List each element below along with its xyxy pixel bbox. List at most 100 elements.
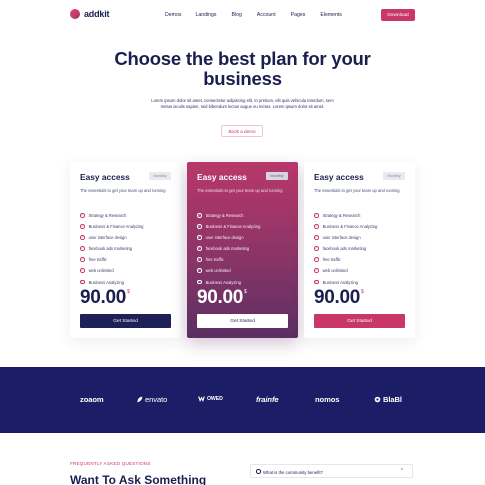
plan-name: Easy access: [314, 172, 364, 182]
top-navigation: addkit Demos Landings Blog Account Pages…: [0, 0, 485, 32]
check-icon: ✓: [80, 234, 85, 240]
plan-name: Easy access: [80, 172, 130, 182]
get-started-button[interactable]: Get Started: [80, 314, 171, 328]
feature-label: user interface design: [88, 235, 127, 241]
feature-label: Business & Finance Analyzing: [322, 224, 378, 230]
menu-item-blog[interactable]: Blog: [232, 12, 242, 18]
feature-list: ✓ Strategy & Research ✓ Business & Finance…: [314, 213, 409, 291]
check-icon: ✓: [197, 223, 202, 229]
feature-item: ✓ web unlimited: [314, 268, 409, 279]
currency-symbol: $: [127, 289, 130, 295]
owed-mark-icon: [198, 396, 205, 402]
brand-logo-blabl: BlaBl: [374, 395, 402, 404]
feature-label: free traffic: [322, 257, 341, 263]
brand-name: BlaBl: [383, 395, 402, 404]
feature-item: ✓ user interface design: [80, 235, 175, 246]
menu-item-elements[interactable]: Elements: [320, 12, 342, 18]
currency-symbol: $: [361, 289, 364, 295]
faq-heading: Want To Ask Something: [70, 473, 207, 485]
faq-kicker: FREQUENTLY ASKED QUESTIONS: [70, 461, 151, 466]
partner-logos-band: zoaom envato OWED frainfe nomos BlaBl: [0, 367, 485, 433]
menu-item-pages[interactable]: Pages: [291, 12, 306, 18]
price-value: 90.00: [80, 287, 127, 308]
leaf-icon: [137, 396, 143, 403]
menu-item-landings[interactable]: Landings: [195, 12, 216, 18]
plan-subtitle: The essentials to get your team up and r…: [314, 188, 400, 193]
check-icon: ✓: [197, 268, 202, 274]
check-icon: ✓: [80, 212, 85, 218]
check-icon: ✓: [80, 257, 85, 262]
brand-logo-envato: envato: [136, 395, 167, 404]
plan-subtitle: The essentials to get your team up and r…: [197, 188, 283, 193]
check-icon: ✓: [314, 268, 319, 274]
book-demo-button[interactable]: Book a demo: [221, 125, 263, 137]
logo-icon: [70, 9, 80, 19]
feature-label: facebook ads marketing: [322, 246, 367, 252]
check-icon: ✓: [197, 234, 202, 240]
price-value: 90.00: [314, 287, 361, 308]
feature-item: ✓ facebook ads marketing: [80, 246, 175, 257]
plan-price: 90.00$: [197, 287, 247, 309]
check-icon: ✓: [314, 246, 319, 251]
brand-name: frainfe: [256, 395, 279, 404]
currency-symbol: $: [244, 289, 247, 295]
check-icon: ✓: [197, 246, 202, 251]
faq-accordion-item[interactable]: What is the community benefit? ⌃: [250, 464, 413, 478]
pricing-card-1: Easy access Monthly The essentials to ge…: [70, 162, 181, 338]
feature-label: web unlimited: [88, 268, 114, 274]
check-icon: ✓: [80, 279, 85, 285]
feature-label: Business Analyzing: [205, 279, 241, 285]
get-started-button[interactable]: Get Started: [314, 314, 405, 328]
feature-label: facebook ads marketing: [205, 246, 250, 252]
billing-badge: Monthly: [149, 172, 171, 180]
check-icon: ✓: [197, 212, 202, 218]
question-icon: [256, 469, 261, 474]
check-icon: ✓: [197, 279, 202, 285]
feature-label: free traffic: [205, 257, 224, 263]
feature-label: Strategy & Research: [322, 213, 361, 218]
get-started-button[interactable]: Get Started: [197, 314, 288, 328]
plan-subtitle: The essentials to get your team up and r…: [80, 188, 166, 193]
feature-item: ✓ user interface design: [197, 235, 292, 246]
check-icon: ✓: [314, 212, 319, 218]
download-button[interactable]: Download: [381, 9, 415, 21]
feature-item: ✓ web unlimited: [197, 268, 292, 279]
pricing-card-3: Easy access Monthly The essentials to ge…: [304, 162, 415, 338]
brand-name: nomos: [315, 395, 340, 404]
feature-item: ✓ Business & Finance Analyzing: [80, 224, 175, 235]
blabl-mark-icon: [374, 396, 381, 403]
page-title: Choose the best plan for your business: [114, 48, 371, 89]
brand-name: envato: [145, 395, 168, 404]
check-icon: ✓: [80, 268, 85, 274]
check-icon: ✓: [197, 257, 202, 262]
menu-item-account[interactable]: Account: [257, 12, 276, 18]
feature-item: ✓ Strategy & Research: [314, 213, 409, 224]
chevron-up-icon[interactable]: ⌃: [400, 468, 404, 474]
feature-label: facebook ads marketing: [88, 246, 133, 252]
menu-item-demos[interactable]: Demos: [165, 12, 181, 18]
feature-label: free traffic: [88, 257, 107, 263]
check-icon: ✓: [314, 257, 319, 262]
brand-name: zoaom: [80, 395, 104, 404]
plan-price: 90.00$: [314, 287, 364, 309]
logo-text: addkit: [84, 9, 110, 19]
feature-label: Strategy & Research: [205, 213, 244, 218]
feature-label: Strategy & Research: [88, 213, 127, 218]
plan-price: 90.00$: [80, 287, 130, 309]
brand-logo-owed: OWED: [198, 395, 223, 402]
feature-list: ✓ Strategy & Research ✓ Business & Finance…: [197, 213, 292, 291]
feature-label: Business & Finance Analyzing: [88, 224, 144, 230]
main-menu: Demos Landings Blog Account Pages Elemen…: [165, 12, 357, 18]
pricing-card-2-featured: Easy access Monthly The essentials to ge…: [187, 162, 298, 338]
brand-logo-nomos: nomos: [315, 395, 340, 404]
feature-list: ✓ Strategy & Research ✓ Business & Finance…: [80, 213, 175, 291]
check-icon: ✓: [314, 234, 319, 240]
brand-logo-zoaom: zoaom: [80, 395, 104, 404]
check-icon: ✓: [314, 223, 319, 229]
brand-logo-frainfe: frainfe: [256, 395, 279, 404]
feature-item: ✓ Strategy & Research: [80, 213, 175, 224]
feature-item: ✓ user interface design: [314, 235, 409, 246]
feature-item: ✓ free traffic: [314, 257, 409, 268]
brand-logo[interactable]: addkit: [70, 9, 110, 19]
feature-item: ✓ Business & Finance Analyzing: [314, 224, 409, 235]
